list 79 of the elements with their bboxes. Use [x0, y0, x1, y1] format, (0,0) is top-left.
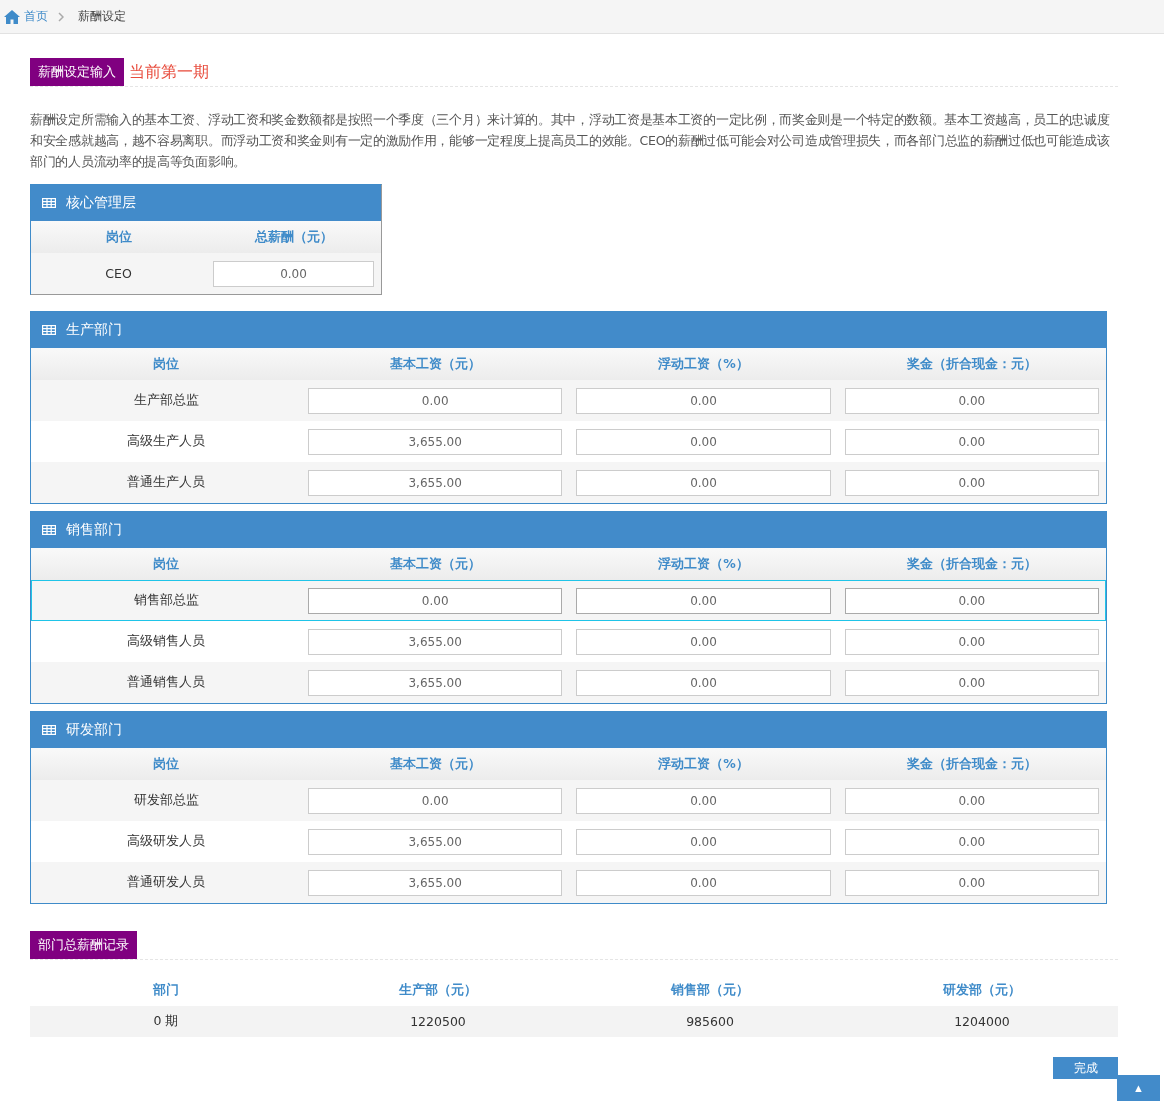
- table-cell: 生产部总监: [31, 380, 301, 421]
- column-header: 浮动工资（%）: [569, 748, 838, 780]
- column-header: 浮动工资（%）: [569, 348, 838, 380]
- salary-field[interactable]: 0.00: [844, 628, 1099, 655]
- salary-field[interactable]: 0.00: [576, 787, 831, 814]
- back-to-top-button[interactable]: ▲: [1117, 1075, 1160, 1101]
- done-button[interactable]: 完成: [1053, 1057, 1118, 1079]
- salary-field[interactable]: 0.00: [844, 869, 1099, 896]
- salary-field[interactable]: 0.00: [308, 787, 563, 814]
- table-cell: 高级生产人员: [31, 421, 301, 462]
- salary-field[interactable]: 3,655.00: [308, 869, 563, 896]
- salary-field[interactable]: 3,655.00: [308, 428, 563, 455]
- salary-field[interactable]: 0.00: [213, 260, 374, 287]
- salary-field[interactable]: 0.00: [576, 587, 831, 614]
- salary-field[interactable]: 0.00: [576, 869, 831, 896]
- table-cell: 0 期: [30, 1006, 302, 1037]
- table-cell: 高级研发人员: [31, 821, 301, 862]
- table-icon: [42, 725, 56, 735]
- salary-field[interactable]: 0.00: [844, 828, 1099, 855]
- salary-field[interactable]: 0.00: [308, 387, 563, 414]
- column-header: 浮动工资（%）: [569, 548, 838, 580]
- period-label: 当前第一期: [129, 61, 209, 83]
- salary-field[interactable]: 0.00: [844, 387, 1099, 414]
- salary-field[interactable]: 0.00: [844, 469, 1099, 496]
- table-cell: 1220500: [302, 1006, 574, 1037]
- column-header: 岗位: [31, 548, 301, 580]
- panel-title: 核心管理层: [66, 194, 136, 212]
- table-icon: [42, 198, 56, 208]
- column-header: 销售部（元）: [574, 974, 846, 1006]
- panel-title: 生产部门: [66, 321, 122, 339]
- salary-field[interactable]: 0.00: [576, 828, 831, 855]
- salary-field[interactable]: 0.00: [844, 587, 1099, 614]
- highlighted-row[interactable]: 销售部总监 0.00 0.00 0.00: [31, 580, 1106, 621]
- table-cell: CEO: [31, 253, 206, 294]
- column-header: 奖金（折合现金：元）: [837, 548, 1106, 580]
- salary-field[interactable]: 0.00: [308, 587, 563, 614]
- column-header: 岗位: [31, 221, 206, 253]
- column-header: 奖金（折合现金：元）: [837, 348, 1106, 380]
- salary-field[interactable]: 0.00: [576, 428, 831, 455]
- column-header: 奖金（折合现金：元）: [837, 748, 1106, 780]
- table-cell: 普通生产人员: [31, 462, 301, 503]
- breadcrumb-current: 薪酬设定: [78, 8, 126, 25]
- table-cell: 1204000: [846, 1006, 1118, 1037]
- column-header: 研发部（元）: [846, 974, 1118, 1006]
- salary-field[interactable]: 0.00: [576, 469, 831, 496]
- column-header: 岗位: [31, 748, 301, 780]
- salary-field[interactable]: 0.00: [844, 787, 1099, 814]
- column-header: 生产部（元）: [302, 974, 574, 1006]
- salary-field[interactable]: 0.00: [844, 428, 1099, 455]
- table-icon: [42, 325, 56, 335]
- table-cell: 研发部总监: [31, 780, 301, 821]
- column-header: 岗位: [31, 348, 301, 380]
- salary-field[interactable]: 0.00: [844, 669, 1099, 696]
- table-cell: 普通销售人员: [31, 662, 301, 703]
- home-link[interactable]: 首页: [24, 8, 48, 25]
- home-icon: [4, 9, 20, 24]
- chevron-right-icon: [58, 11, 64, 22]
- table-icon: [42, 525, 56, 535]
- panel-title: 销售部门: [66, 521, 122, 539]
- salary-field[interactable]: 3,655.00: [308, 469, 563, 496]
- column-header: 部门: [30, 974, 302, 1006]
- salary-field[interactable]: 0.00: [576, 387, 831, 414]
- table-cell: 销售部总监: [31, 580, 301, 621]
- salary-field[interactable]: 0.00: [576, 628, 831, 655]
- section-title: 部门总薪酬记录: [30, 931, 137, 959]
- column-header: 基本工资（元）: [301, 348, 570, 380]
- table-cell: 普通研发人员: [31, 862, 301, 903]
- salary-field[interactable]: 3,655.00: [308, 828, 563, 855]
- column-header: 基本工资（元）: [301, 548, 570, 580]
- salary-field[interactable]: 3,655.00: [308, 669, 563, 696]
- section-title: 薪酬设定输入: [30, 58, 124, 86]
- salary-field[interactable]: 0.00: [576, 669, 831, 696]
- salary-field[interactable]: 3,655.00: [308, 628, 563, 655]
- column-header: 总薪酬（元）: [206, 221, 381, 253]
- table-cell: 985600: [574, 1006, 846, 1037]
- table-cell: 高级销售人员: [31, 621, 301, 662]
- column-header: 基本工资（元）: [301, 748, 570, 780]
- description-text: 薪酬设定所需输入的基本工资、浮动工资和奖金数额都是按照一个季度（三个月）来计算的。其中，浮动工资是基本工资的一定比例，而奖金则是一个特定的数额。基本工资越高，员工的忠诚度和安全感就越高，越不容易离职。而浮动工资和奖金则有一定的激励作用，能够一定程度上提高员工的效能。CEO的薪酬过低可能会对公司造成管理损失，而各部门总监的薪酬过低也可能造成该部门的人员流动率的提高等负面影响。: [30, 111, 1111, 171]
- panel-title: 研发部门: [66, 721, 122, 739]
